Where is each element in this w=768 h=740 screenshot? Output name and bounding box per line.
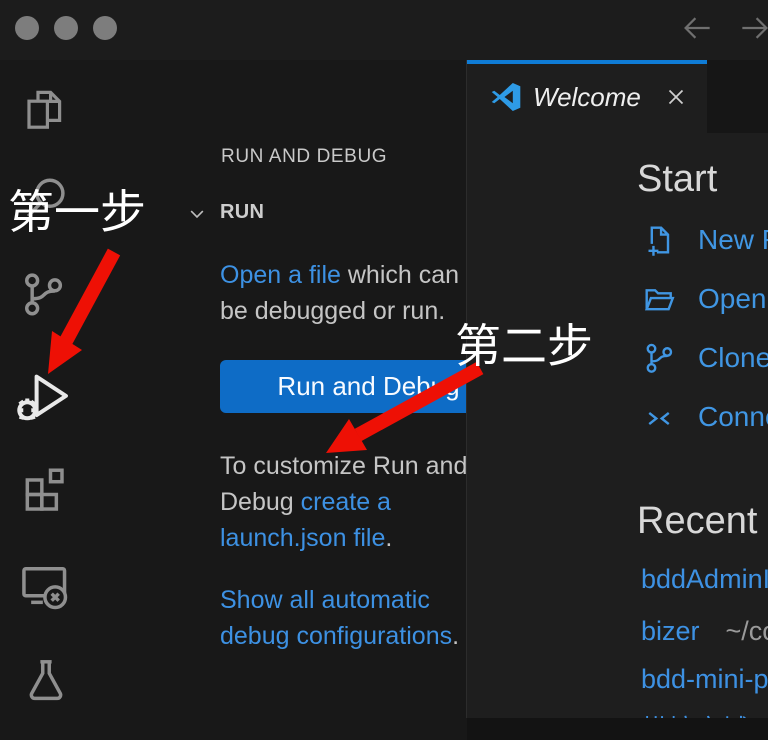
title-bar [0,0,768,61]
recent-heading: Recent [637,500,757,543]
launch-json-file-link[interactable]: launch.json file [220,524,385,552]
activity-bar [0,60,90,740]
remote-connect-icon [641,399,677,435]
editor-bottom-strip [467,718,768,740]
start-item-connect[interactable]: Connect to... [641,395,768,439]
source-control-icon[interactable] [17,268,69,320]
start-heading: Start [637,158,717,201]
recent-item-path: ~/code [726,616,768,646]
start-item-open[interactable]: Open... [641,277,768,321]
remote-explorer-icon[interactable] [16,558,72,614]
recent-item[interactable]: bdd-mini-program [641,664,768,695]
run-and-debug-icon[interactable] [11,366,75,430]
chevron-down-icon[interactable] [187,204,207,224]
vscode-window: RUN AND DEBUG RUN Open a file which can … [0,0,768,740]
recent-item[interactable]: bizer~/code [641,616,768,647]
search-icon[interactable] [20,172,72,224]
run-section-header[interactable]: RUN [220,201,264,224]
run-and-debug-panel: RUN AND DEBUG RUN Open a file which can … [90,60,466,740]
new-file-icon [641,222,677,258]
tab-welcome[interactable]: Welcome [467,60,707,133]
minimize-window-icon[interactable] [54,16,78,40]
tab-bar: Welcome [467,60,768,133]
close-window-icon[interactable] [15,16,39,40]
open-a-file-link[interactable]: Open a file [220,261,341,289]
editor-group: Welcome Start New File... Ope [466,60,768,718]
explorer-icon[interactable] [20,86,68,134]
show-all-debug-configs-link-line2[interactable]: debug configurations [220,622,452,650]
tab-title: Welcome [533,82,641,113]
create-launch-json-link[interactable]: create a [301,488,391,516]
extensions-icon[interactable] [18,462,70,514]
show-all-debug-configs-link[interactable]: Show all automatic [220,586,430,614]
panel-title: RUN AND DEBUG [221,146,387,168]
start-item-clone[interactable]: Clone Git Repository... [641,336,768,380]
recent-item[interactable]: bddAdminInfo [641,564,768,595]
close-tab-icon[interactable] [663,84,689,110]
vscode-logo-icon [489,80,523,119]
zoom-window-icon[interactable] [93,16,117,40]
start-item-new-file[interactable]: New File... [641,218,768,262]
nav-forward-icon[interactable] [736,9,768,47]
nav-back-icon[interactable] [678,9,716,47]
testing-icon[interactable] [20,654,72,706]
open-folder-icon [641,281,677,317]
git-branch-icon [641,340,677,376]
